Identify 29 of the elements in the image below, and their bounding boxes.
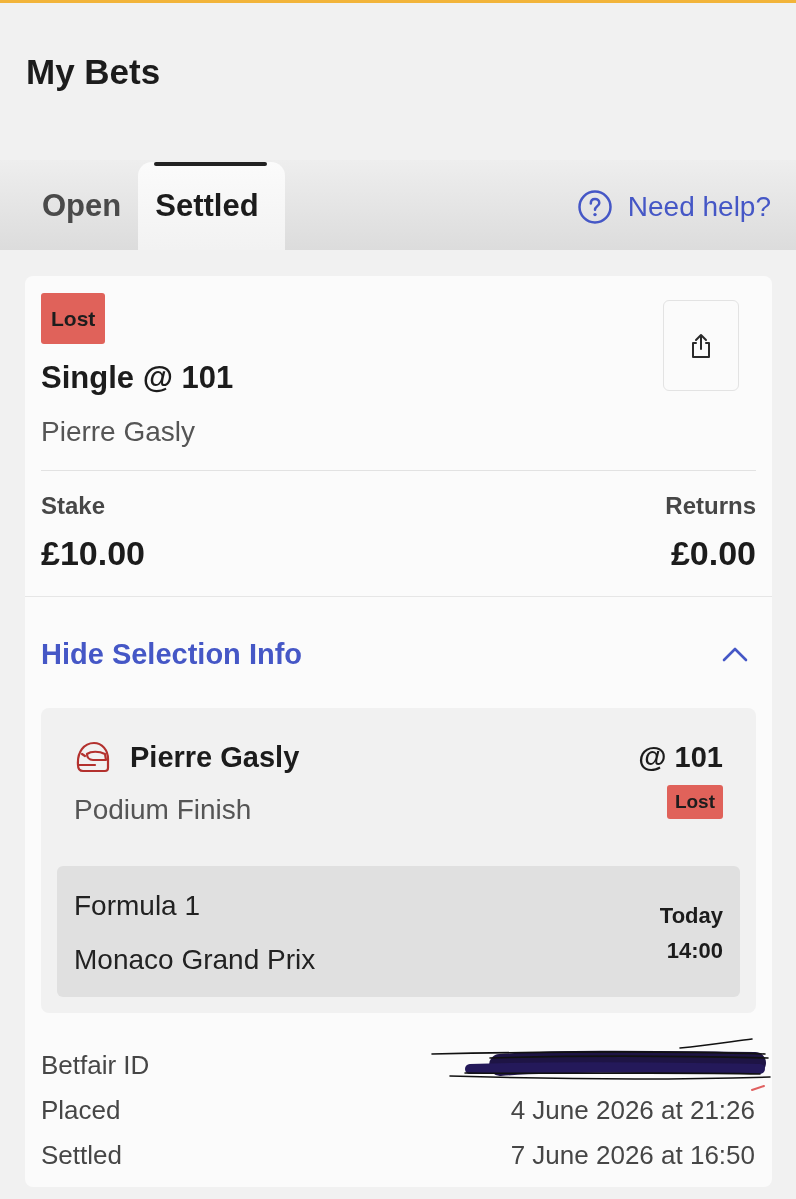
event-time: 14:00 xyxy=(666,936,723,965)
help-link[interactable]: Need help? xyxy=(577,190,771,224)
returns-label: Returns xyxy=(665,491,756,521)
market-name: Podium Finish xyxy=(74,793,252,827)
share-button[interactable] xyxy=(663,300,739,391)
page-title: My Bets xyxy=(26,52,161,92)
odds-text: @ 101 xyxy=(638,740,723,774)
status-badge: Lost xyxy=(41,293,106,344)
bet-title: Single @ 101 xyxy=(41,359,234,397)
event-name: Monaco Grand Prix xyxy=(74,943,316,977)
returns-amount: £0.00 xyxy=(670,533,756,573)
tab[interactable]: Open xyxy=(26,162,139,250)
detail-label: Betfair ID xyxy=(41,1049,150,1082)
detail-value: 7 June 2026 at 16:50 xyxy=(510,1139,755,1172)
tab[interactable]: Settled xyxy=(138,162,285,250)
event-day: Today xyxy=(659,901,723,930)
selection-name: Pierre Gasly xyxy=(130,740,300,774)
competition-name: Formula 1 xyxy=(74,889,201,923)
detail-label: Settled xyxy=(41,1139,122,1172)
help-icon xyxy=(577,190,612,224)
chevron-up-icon[interactable] xyxy=(722,646,748,662)
selection-info-toggle[interactable]: Hide Selection Info xyxy=(41,637,303,671)
detail-label: Placed xyxy=(41,1094,121,1127)
helmet-icon xyxy=(74,740,110,774)
status-badge: Lost xyxy=(666,785,723,819)
stake-label: Stake xyxy=(41,491,106,521)
selection-name: Pierre Gasly xyxy=(41,415,196,449)
detail-value: 4 June 2026 at 21:26 xyxy=(510,1094,755,1127)
stake-amount: £10.00 xyxy=(41,533,145,573)
